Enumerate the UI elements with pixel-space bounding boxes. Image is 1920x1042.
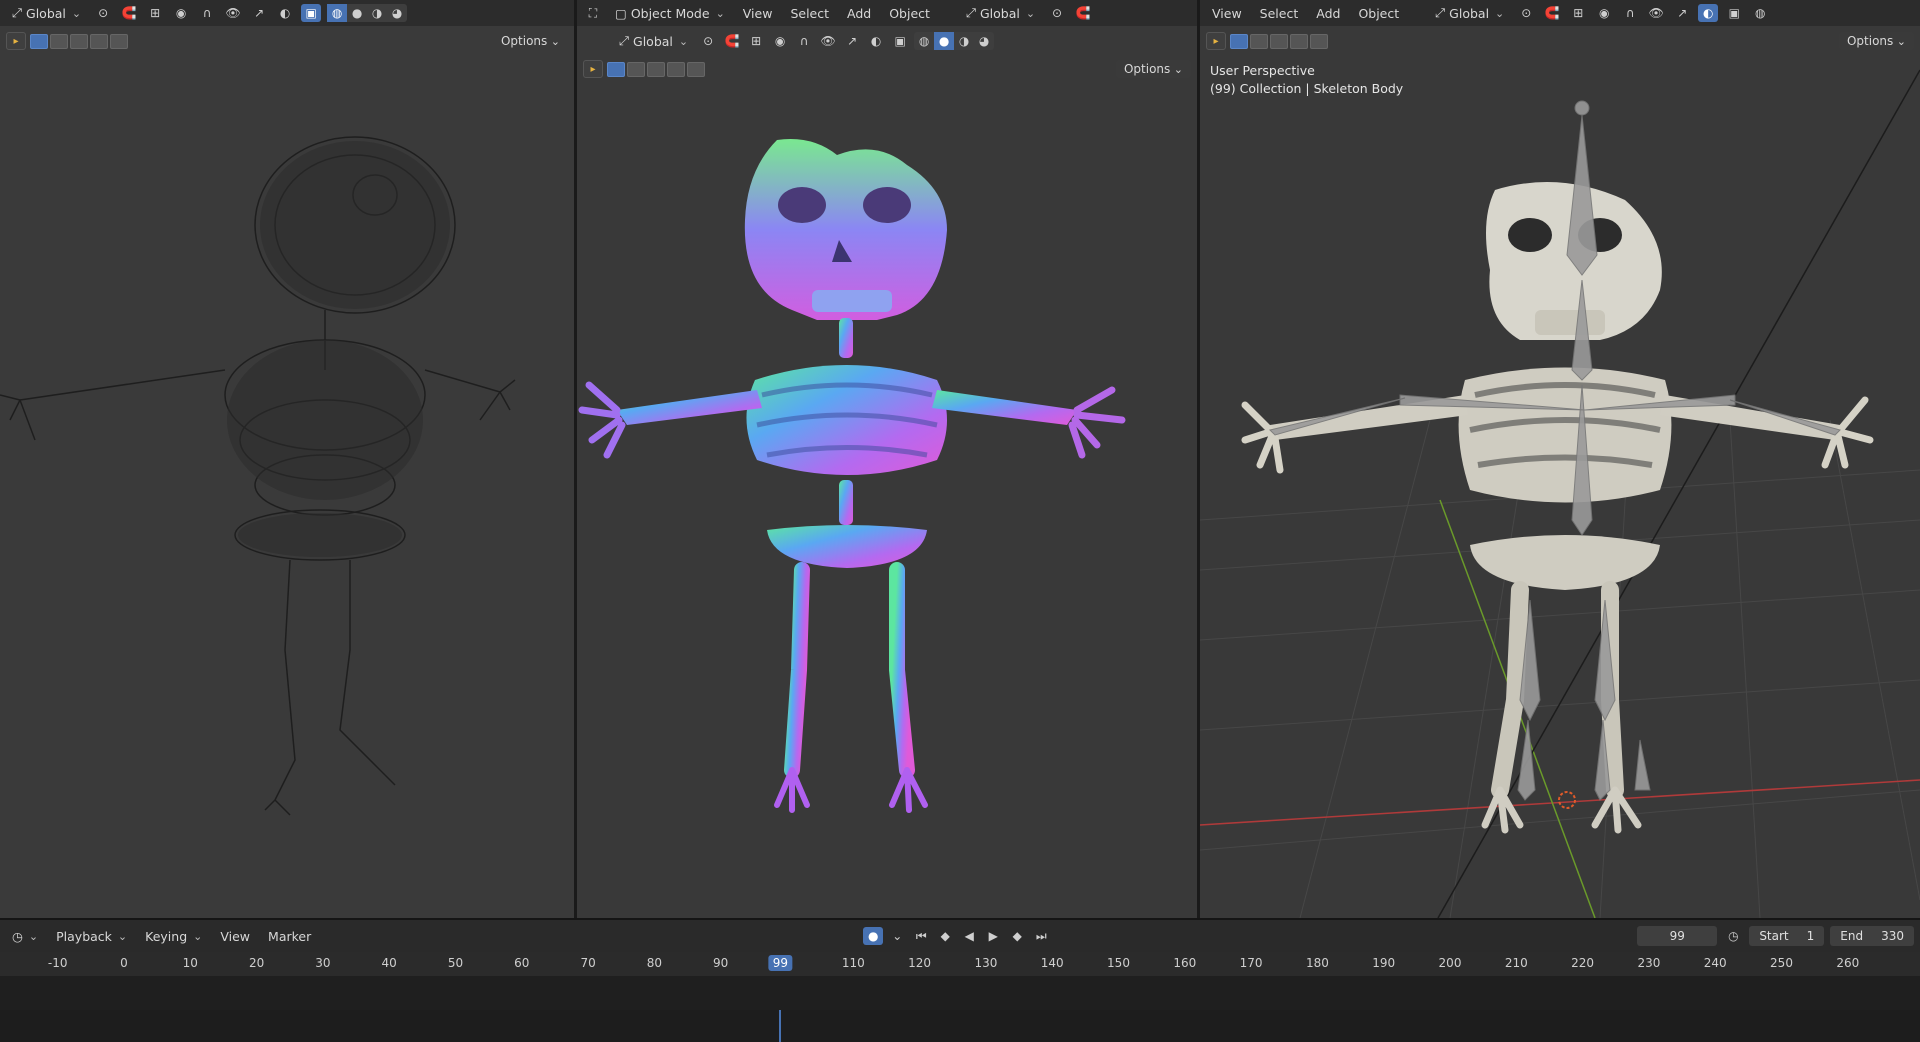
frame-tick-label: 0 [120, 956, 128, 970]
frame-tick-label: 70 [580, 956, 596, 970]
record-icon[interactable]: ● [863, 927, 884, 945]
frame-tick-label: 180 [1305, 956, 1329, 970]
frame-tick-label: 40 [381, 956, 397, 970]
viewport-normal-shaded[interactable]: ⛶ ▢ Object Mode View Select Add Object ⤢… [577, 0, 1197, 918]
frame-tick-label: 230 [1637, 956, 1661, 970]
frame-tick-label: 250 [1770, 956, 1793, 970]
frame-tick-label: 10 [182, 956, 198, 970]
preview-range-icon[interactable]: ◷ [1723, 927, 1743, 945]
jump-end-icon[interactable]: ⏭ [1031, 927, 1051, 945]
frame-tick-label: 90 [713, 956, 729, 970]
frame-tick-label: 160 [1173, 956, 1197, 970]
frame-tick-label: 120 [908, 956, 932, 970]
playhead-frame-indicator[interactable]: 99 [768, 955, 792, 971]
frame-tick-label: 20 [248, 956, 265, 970]
frame-tick-label: 150 [1107, 956, 1130, 970]
play-reverse-icon[interactable]: ◀ [959, 927, 979, 945]
frame-tick-label: 220 [1571, 956, 1595, 970]
menu-view[interactable]: View [214, 927, 256, 946]
frame-tick-label: 130 [974, 956, 998, 970]
record-options-icon[interactable]: ⌄ [887, 927, 907, 945]
3d-cursor-icon [1558, 791, 1576, 809]
frame-tick-label: 260 [1836, 956, 1860, 970]
frame-tick-label: 240 [1703, 956, 1727, 970]
editor-type-dropdown[interactable]: ◷ [6, 927, 44, 946]
timeline-header: ◷ Playback Keying View Marker ● ⌄ ⏮ ◆ ◀ … [0, 920, 1920, 952]
frame-tick-label: 50 [447, 956, 464, 970]
timeline-editor[interactable]: ◷ Playback Keying View Marker ● ⌄ ⏮ ◆ ◀ … [0, 918, 1920, 1042]
end-frame-field[interactable]: End 330 [1830, 926, 1914, 946]
prev-keyframe-icon[interactable]: ◆ [935, 927, 955, 945]
rendered-skeleton-with-armature [1241, 100, 1874, 834]
frame-tick-label: 210 [1504, 956, 1528, 970]
menu-marker[interactable]: Marker [262, 927, 317, 946]
play-icon[interactable]: ▶ [983, 927, 1003, 945]
frame-tick-label: 60 [514, 956, 530, 970]
frame-tick-label: 190 [1372, 956, 1396, 970]
frame-tick-label: 110 [841, 956, 865, 970]
frame-tick-label: -10 [47, 956, 68, 970]
current-frame-field[interactable]: 99 [1637, 926, 1718, 946]
frame-tick-label: 140 [1040, 956, 1064, 970]
normal-shaded-skeleton-model [578, 139, 1126, 813]
frame-tick-label: 30 [315, 956, 331, 970]
viewport-rendered[interactable]: View Select Add Object ⤢ Global ⊙ 🧲 ⊞ ◉ … [1200, 0, 1920, 918]
jump-start-icon[interactable]: ⏮ [911, 927, 931, 945]
clock-icon: ◷ [12, 928, 23, 944]
start-frame-field[interactable]: Start 1 [1749, 926, 1825, 946]
menu-keying[interactable]: Keying [139, 927, 208, 946]
frame-ruler[interactable]: -10 0 10 20 30 40 50 60 70 80 90 110 120 130 140 150 160… [0, 952, 1920, 1042]
frame-tick-label: 200 [1438, 956, 1462, 970]
playback-controls: ● ⌄ ⏮ ◆ ◀ ▶ ◆ ⏭ [863, 927, 1051, 945]
frame-tick-label: 80 [646, 956, 663, 970]
menu-playback[interactable]: Playback [50, 927, 133, 946]
timeline-keyframe-area[interactable] [0, 976, 1920, 1010]
viewport-wireframe[interactable]: ⤢ Global ⊙ 🧲 ⊞ ◉ ∩ 👁 ↗ ◐ ▣ ◍ ● ◑ ◕ ▸ Opt… [0, 0, 574, 918]
next-keyframe-icon[interactable]: ◆ [1007, 927, 1027, 945]
frame-range: 99 ◷ Start 1 End 330 [1637, 926, 1914, 946]
frame-tick-label: 170 [1239, 956, 1263, 970]
wireframe-skeleton-model [0, 136, 516, 816]
